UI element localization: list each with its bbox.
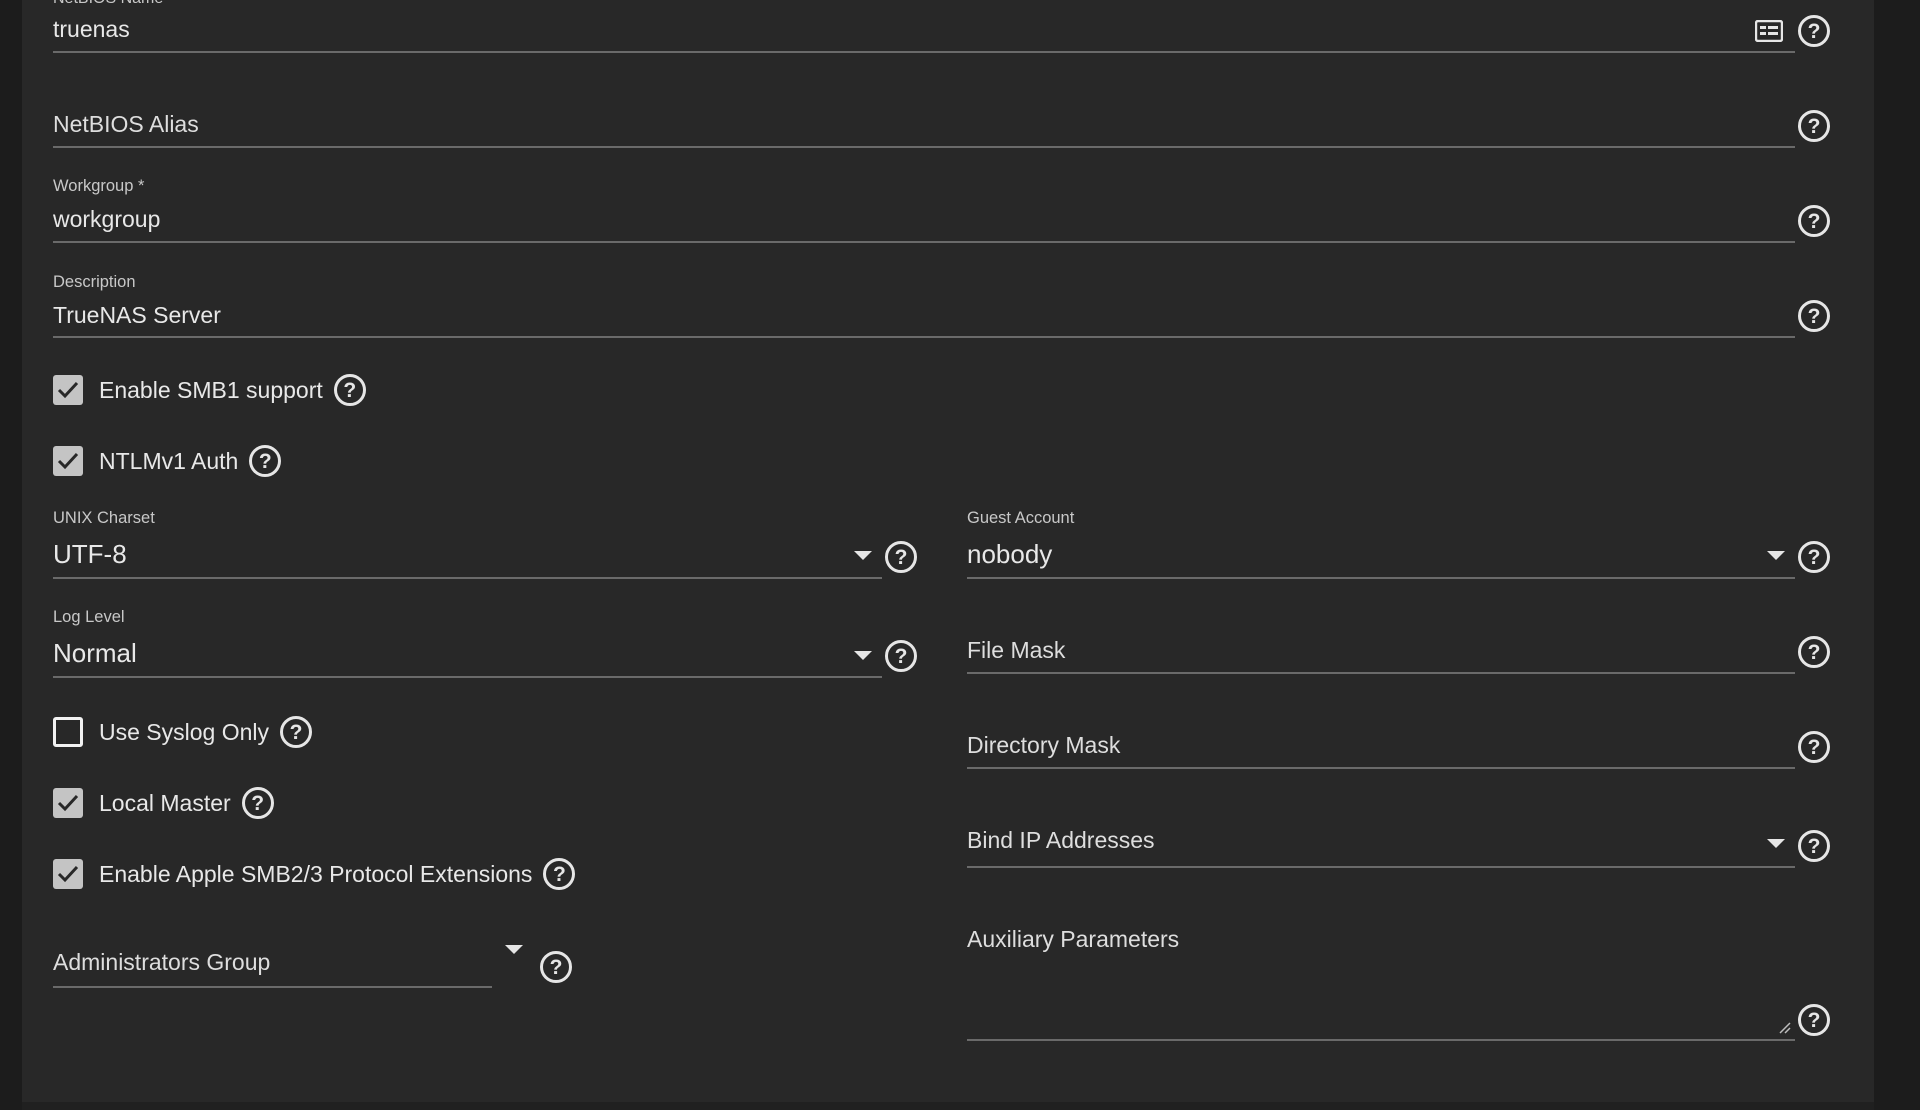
auxiliary-parameters-underline [967, 1039, 1795, 1041]
apple-smb-extensions-row: Enable Apple SMB2/3 Protocol Extensions … [53, 858, 576, 890]
directory-mask-help-icon[interactable]: ? [1798, 731, 1830, 763]
log-level-select[interactable]: Log Level Normal [53, 605, 882, 679]
apple-smb-extensions-label: Enable Apple SMB2/3 Protocol Extensions [99, 860, 533, 887]
enable-smb1-label: Enable SMB1 support [99, 376, 323, 403]
check-icon [57, 452, 79, 470]
unix-charset-select[interactable]: UNIX Charset UTF-8 [53, 506, 882, 580]
workgroup-help-icon[interactable]: ? [1798, 205, 1830, 237]
guest-account-label: Guest Account [967, 509, 1075, 527]
bind-ip-addresses-help-icon[interactable]: ? [1798, 830, 1830, 862]
auxiliary-parameters-textarea[interactable]: Auxiliary Parameters [967, 918, 1795, 1042]
administrators-group-help-icon[interactable]: ? [540, 951, 572, 983]
check-icon [57, 381, 79, 399]
administrators-group-placeholder: Administrators Group [53, 949, 271, 975]
enable-smb1-help-icon[interactable]: ? [333, 374, 366, 406]
guest-account-underline [967, 577, 1795, 579]
netbios-name-input[interactable]: truenas [53, 16, 130, 43]
workgroup-underline [53, 241, 1795, 243]
auxiliary-parameters-placeholder: Auxiliary Parameters [967, 926, 1180, 952]
directory-mask-field[interactable]: Directory Mask [967, 725, 1795, 771]
arrow-drop-down-icon [854, 651, 872, 660]
local-master-checkbox[interactable] [53, 788, 83, 818]
workgroup-label: Workgroup * [53, 177, 145, 195]
card-bottom-edge [22, 1102, 1874, 1110]
log-level-value: Normal [53, 638, 137, 668]
arrow-drop-down-icon [1767, 551, 1785, 560]
log-level-label: Log Level [53, 608, 125, 626]
contact-card-icon[interactable] [1755, 20, 1783, 42]
bind-ip-addresses-placeholder: Bind IP Addresses [967, 827, 1155, 853]
bind-ip-addresses-select[interactable]: Bind IP Addresses [967, 820, 1795, 870]
description-underline [53, 336, 1795, 338]
netbios-name-label: NetBIOS Name [53, 0, 163, 8]
check-icon [57, 865, 79, 883]
local-master-help-icon[interactable]: ? [241, 787, 274, 819]
local-master-row: Local Master ? [53, 787, 274, 819]
arrow-drop-down-icon [1767, 839, 1785, 848]
auxiliary-parameters-help-icon[interactable]: ? [1798, 1004, 1830, 1036]
unix-charset-help-icon[interactable]: ? [885, 541, 917, 573]
netbios-name-help-icon[interactable]: ? [1798, 15, 1830, 47]
workgroup-field[interactable]: Workgroup * workgroup [53, 174, 1795, 244]
bind-ip-addresses-underline [967, 866, 1795, 868]
directory-mask-underline [967, 767, 1795, 769]
workgroup-input[interactable]: workgroup [53, 206, 160, 233]
use-syslog-only-checkbox[interactable] [53, 717, 83, 747]
arrow-drop-down-icon[interactable] [505, 945, 523, 954]
unix-charset-underline [53, 577, 882, 579]
apple-smb-extensions-help-icon[interactable]: ? [543, 858, 576, 890]
netbios-name-underline [53, 51, 1795, 53]
apple-smb-extensions-checkbox[interactable] [53, 859, 83, 889]
file-mask-placeholder: File Mask [967, 637, 1066, 663]
ntlmv1-auth-help-icon[interactable]: ? [249, 445, 282, 477]
administrators-group-select[interactable]: Administrators Group [53, 940, 492, 990]
resize-grip-icon[interactable] [1777, 1020, 1791, 1034]
file-mask-field[interactable]: File Mask [967, 630, 1795, 676]
description-field[interactable]: Description TrueNAS Server [53, 270, 1795, 340]
unix-charset-label: UNIX Charset [53, 509, 155, 527]
description-label: Description [53, 273, 136, 291]
netbios-alias-underline [53, 146, 1795, 148]
local-master-label: Local Master [99, 789, 231, 816]
guest-account-select[interactable]: Guest Account nobody [967, 506, 1795, 580]
description-help-icon[interactable]: ? [1798, 300, 1830, 332]
log-level-help-icon[interactable]: ? [885, 640, 917, 672]
log-level-underline [53, 676, 882, 678]
netbios-alias-placeholder: NetBIOS Alias [53, 111, 199, 137]
guest-account-help-icon[interactable]: ? [1798, 541, 1830, 573]
ntlmv1-auth-row: NTLMv1 Auth ? [53, 445, 282, 477]
enable-smb1-checkbox[interactable] [53, 375, 83, 405]
netbios-name-field[interactable]: NetBIOS Name truenas [53, 0, 1795, 54]
enable-smb1-row: Enable SMB1 support ? [53, 374, 366, 406]
netbios-alias-field[interactable]: NetBIOS Alias [53, 100, 1795, 150]
file-mask-help-icon[interactable]: ? [1798, 636, 1830, 668]
unix-charset-value: UTF-8 [53, 539, 127, 569]
administrators-group-underline [53, 986, 492, 988]
netbios-alias-help-icon[interactable]: ? [1798, 110, 1830, 142]
ntlmv1-auth-label: NTLMv1 Auth [99, 447, 239, 474]
description-input[interactable]: TrueNAS Server [53, 302, 221, 329]
check-icon [57, 794, 79, 812]
use-syslog-only-row: Use Syslog Only ? [53, 716, 313, 748]
file-mask-underline [967, 672, 1795, 674]
use-syslog-only-label: Use Syslog Only [99, 718, 270, 745]
ntlmv1-auth-checkbox[interactable] [53, 446, 83, 476]
guest-account-value: nobody [967, 539, 1053, 569]
directory-mask-placeholder: Directory Mask [967, 732, 1121, 758]
use-syslog-only-help-icon[interactable]: ? [280, 716, 313, 748]
smb-settings-card: NetBIOS Name truenas ? NetBIOS Alias ? W… [22, 0, 1874, 1102]
arrow-drop-down-icon [854, 551, 872, 560]
